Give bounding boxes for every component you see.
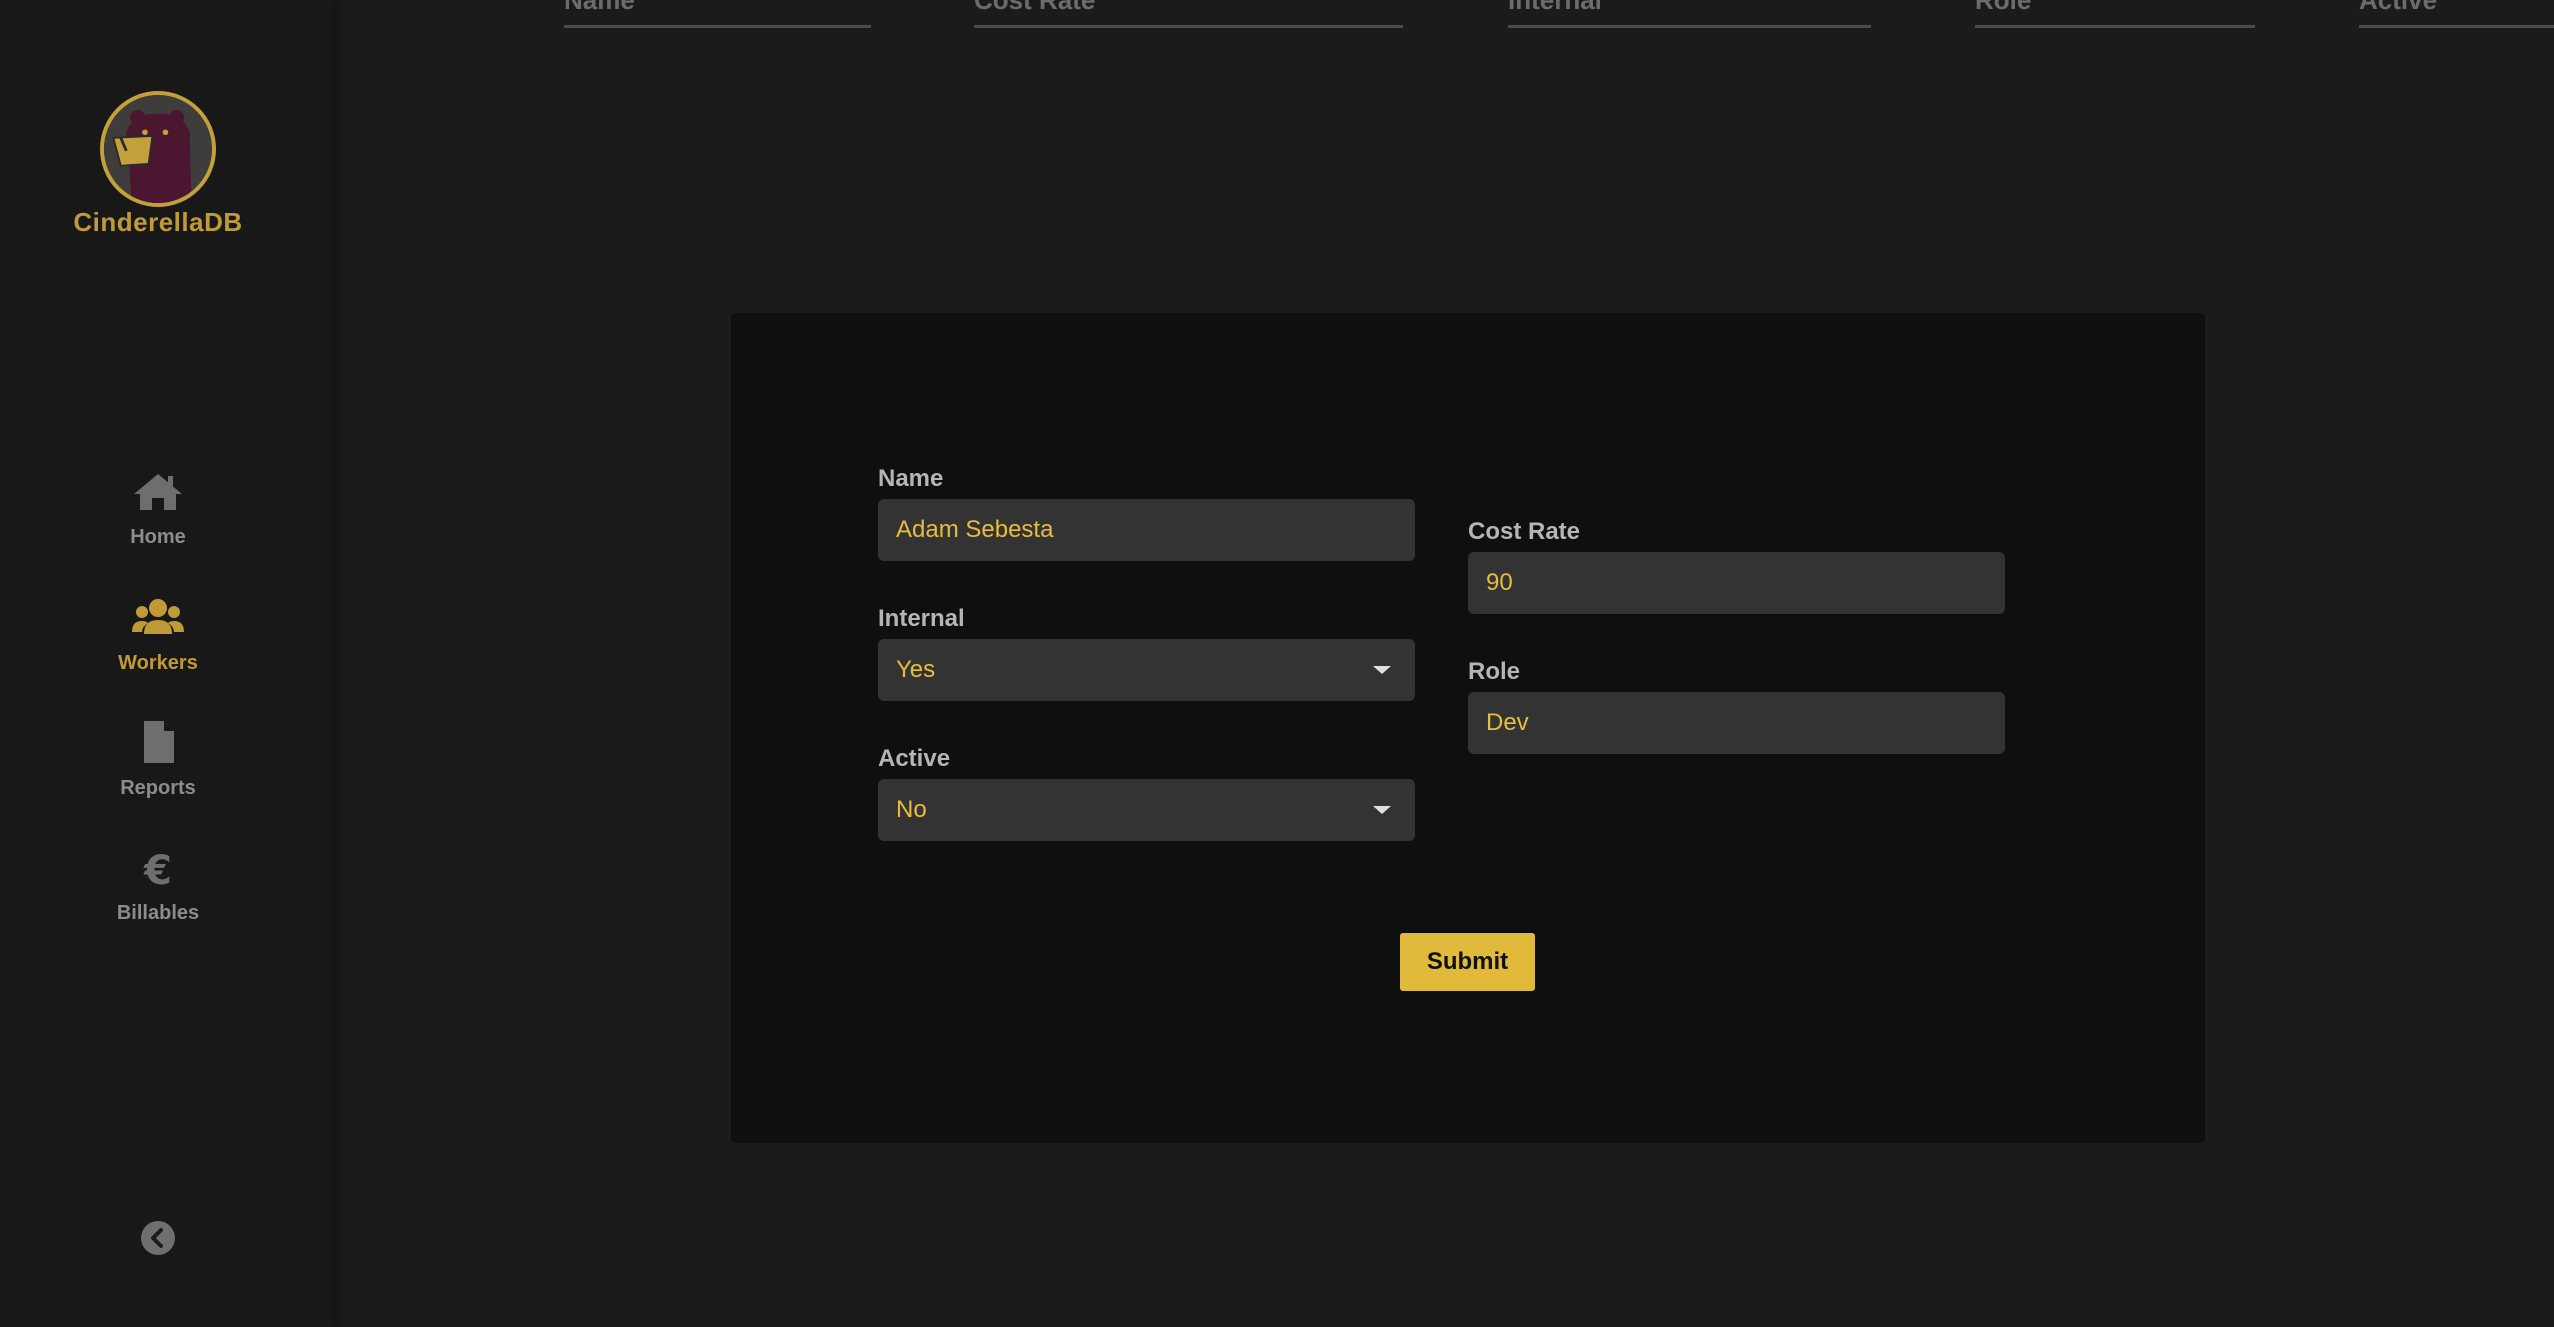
column-header-active[interactable]: Active xyxy=(2359,0,2554,28)
users-icon xyxy=(132,596,184,640)
submit-button[interactable]: Submit xyxy=(1400,933,1535,991)
cost-rate-label: Cost Rate xyxy=(1468,518,1581,545)
role-input[interactable] xyxy=(1468,692,2005,754)
nav-item-workers[interactable]: Workers xyxy=(0,596,316,675)
column-header-cost-rate[interactable]: Cost Rate xyxy=(974,0,1403,28)
column-header-name[interactable]: Name xyxy=(564,0,871,28)
worker-edit-modal: Name Cost Rate Internal Yes Role Active … xyxy=(731,313,2205,1143)
nav-item-billables[interactable]: € Billables xyxy=(0,846,316,925)
caret-down-icon xyxy=(1373,806,1391,814)
euro-icon: € xyxy=(132,846,184,890)
home-icon xyxy=(132,470,184,514)
sidebar: CinderellaDB Home Workers Reports € Bill… xyxy=(0,0,332,1327)
internal-select[interactable]: Yes xyxy=(878,639,1415,701)
nav-item-reports[interactable]: Reports xyxy=(0,721,316,800)
internal-label: Internal xyxy=(878,605,965,632)
nav-item-home[interactable]: Home xyxy=(0,470,316,549)
role-label: Role xyxy=(1468,658,1521,685)
nav-label-billables: Billables xyxy=(116,902,200,924)
active-label: Active xyxy=(878,745,951,772)
caret-down-icon xyxy=(1373,666,1391,674)
nav-label-home: Home xyxy=(130,526,186,548)
svg-text:€: € xyxy=(143,848,172,890)
collapse-sidebar-button[interactable] xyxy=(141,1221,175,1255)
brand-name: CinderellaDB xyxy=(73,207,243,237)
nav-label-reports: Reports xyxy=(120,777,196,799)
nav-label-workers: Workers xyxy=(118,652,198,674)
name-label: Name xyxy=(878,465,944,492)
file-icon xyxy=(132,721,184,765)
chevron-left-icon xyxy=(151,1228,163,1248)
cost-rate-input[interactable] xyxy=(1468,552,2005,614)
column-header-internal[interactable]: Internal xyxy=(1508,0,1871,28)
active-select-value: No xyxy=(896,796,927,823)
internal-select-value: Yes xyxy=(896,656,936,683)
active-select[interactable]: No xyxy=(878,779,1415,841)
column-header-role[interactable]: Role xyxy=(1975,0,2255,28)
name-input[interactable] xyxy=(878,499,1415,561)
bear-logo-icon[interactable] xyxy=(100,91,216,207)
